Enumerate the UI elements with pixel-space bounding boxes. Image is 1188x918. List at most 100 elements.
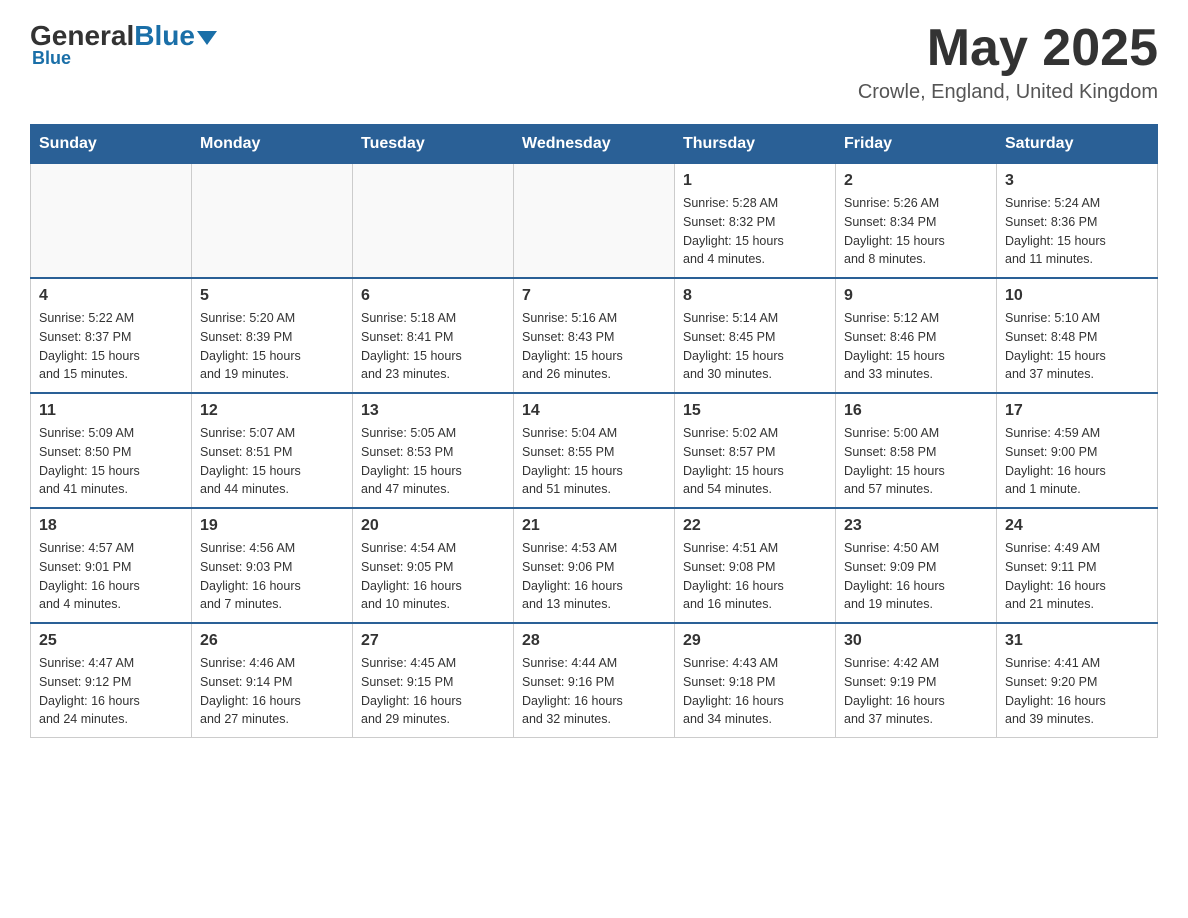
day-number: 28 xyxy=(522,632,666,650)
calendar-day-cell: 30 Sunrise: 4:42 AM Sunset: 9:19 PM Dayli… xyxy=(836,623,997,738)
logo-subtitle: Blue xyxy=(32,48,71,69)
calendar-table: SundayMondayTuesdayWednesdayThursdayFrid… xyxy=(30,124,1158,738)
day-number: 26 xyxy=(200,632,344,650)
title-area: May 2025 Crowle, England, United Kingdom xyxy=(858,20,1158,104)
location-subtitle: Crowle, England, United Kingdom xyxy=(858,81,1158,104)
calendar-day-cell: 20 Sunrise: 4:54 AM Sunset: 9:05 PM Dayli… xyxy=(353,508,514,623)
day-info: Sunrise: 4:46 AM Sunset: 9:14 PM Dayligh… xyxy=(200,654,344,729)
day-info: Sunrise: 4:42 AM Sunset: 9:19 PM Dayligh… xyxy=(844,654,988,729)
day-number: 5 xyxy=(200,287,344,305)
day-info: Sunrise: 4:54 AM Sunset: 9:05 PM Dayligh… xyxy=(361,539,505,614)
day-info: Sunrise: 5:09 AM Sunset: 8:50 PM Dayligh… xyxy=(39,424,183,499)
day-of-week-header: Friday xyxy=(836,125,997,164)
calendar-day-cell: 3 Sunrise: 5:24 AM Sunset: 8:36 PM Daylig… xyxy=(997,164,1158,279)
calendar-day-cell: 27Sunrise: 4:45 AM Sunset: 9:15 PM Dayli… xyxy=(353,623,514,738)
calendar-day-cell: 16Sunrise: 5:00 AM Sunset: 8:58 PM Dayli… xyxy=(836,393,997,508)
calendar-day-cell: 6 Sunrise: 5:18 AM Sunset: 8:41 PM Daylig… xyxy=(353,278,514,393)
day-number: 4 xyxy=(39,287,183,305)
day-info: Sunrise: 4:44 AM Sunset: 9:16 PM Dayligh… xyxy=(522,654,666,729)
day-number: 3 xyxy=(1005,172,1149,190)
day-info: Sunrise: 5:28 AM Sunset: 8:32 PM Dayligh… xyxy=(683,194,827,269)
day-number: 9 xyxy=(844,287,988,305)
calendar-day-cell: 11 Sunrise: 5:09 AM Sunset: 8:50 PM Dayli… xyxy=(31,393,192,508)
day-info: Sunrise: 5:07 AM Sunset: 8:51 PM Dayligh… xyxy=(200,424,344,499)
calendar-day-cell: 24 Sunrise: 4:49 AM Sunset: 9:11 PM Dayli… xyxy=(997,508,1158,623)
calendar-day-cell: 22 Sunrise: 4:51 AM Sunset: 9:08 PM Dayli… xyxy=(675,508,836,623)
day-info: Sunrise: 5:18 AM Sunset: 8:41 PM Dayligh… xyxy=(361,309,505,384)
day-info: Sunrise: 4:43 AM Sunset: 9:18 PM Dayligh… xyxy=(683,654,827,729)
day-info: Sunrise: 4:45 AM Sunset: 9:15 PM Dayligh… xyxy=(361,654,505,729)
day-info: Sunrise: 5:10 AM Sunset: 8:48 PM Dayligh… xyxy=(1005,309,1149,384)
day-of-week-header: Sunday xyxy=(31,125,192,164)
calendar-day-cell: 26 Sunrise: 4:46 AM Sunset: 9:14 PM Dayli… xyxy=(192,623,353,738)
day-info: Sunrise: 5:05 AM Sunset: 8:53 PM Dayligh… xyxy=(361,424,505,499)
day-info: Sunrise: 5:22 AM Sunset: 8:37 PM Dayligh… xyxy=(39,309,183,384)
day-number: 18 xyxy=(39,517,183,535)
calendar-day-cell: 23Sunrise: 4:50 AM Sunset: 9:09 PM Dayli… xyxy=(836,508,997,623)
calendar-day-cell: 31Sunrise: 4:41 AM Sunset: 9:20 PM Dayli… xyxy=(997,623,1158,738)
day-number: 13 xyxy=(361,402,505,420)
day-info: Sunrise: 5:24 AM Sunset: 8:36 PM Dayligh… xyxy=(1005,194,1149,269)
day-info: Sunrise: 4:53 AM Sunset: 9:06 PM Dayligh… xyxy=(522,539,666,614)
day-info: Sunrise: 4:57 AM Sunset: 9:01 PM Dayligh… xyxy=(39,539,183,614)
day-number: 20 xyxy=(361,517,505,535)
calendar-day-cell: 9 Sunrise: 5:12 AM Sunset: 8:46 PM Daylig… xyxy=(836,278,997,393)
day-number: 11 xyxy=(39,402,183,420)
logo: General Blue Blue xyxy=(30,20,217,69)
calendar-day-cell: 29Sunrise: 4:43 AM Sunset: 9:18 PM Dayli… xyxy=(675,623,836,738)
day-number: 22 xyxy=(683,517,827,535)
page-header: General Blue Blue May 2025 Crowle, Engla… xyxy=(30,20,1158,104)
calendar-day-cell: 14 Sunrise: 5:04 AM Sunset: 8:55 PM Dayli… xyxy=(514,393,675,508)
day-number: 30 xyxy=(844,632,988,650)
day-number: 8 xyxy=(683,287,827,305)
calendar-day-cell: 8Sunrise: 5:14 AM Sunset: 8:45 PM Daylig… xyxy=(675,278,836,393)
day-number: 21 xyxy=(522,517,666,535)
day-number: 1 xyxy=(683,172,827,190)
day-info: Sunrise: 5:02 AM Sunset: 8:57 PM Dayligh… xyxy=(683,424,827,499)
calendar-week-row: 18 Sunrise: 4:57 AM Sunset: 9:01 PM Dayli… xyxy=(31,508,1158,623)
day-number: 17 xyxy=(1005,402,1149,420)
day-info: Sunrise: 4:59 AM Sunset: 9:00 PM Dayligh… xyxy=(1005,424,1149,499)
day-info: Sunrise: 5:12 AM Sunset: 8:46 PM Dayligh… xyxy=(844,309,988,384)
day-number: 15 xyxy=(683,402,827,420)
calendar-week-row: 1 Sunrise: 5:28 AM Sunset: 8:32 PM Daylig… xyxy=(31,164,1158,279)
day-number: 6 xyxy=(361,287,505,305)
calendar-week-row: 25 Sunrise: 4:47 AM Sunset: 9:12 PM Dayli… xyxy=(31,623,1158,738)
day-info: Sunrise: 5:04 AM Sunset: 8:55 PM Dayligh… xyxy=(522,424,666,499)
day-info: Sunrise: 4:49 AM Sunset: 9:11 PM Dayligh… xyxy=(1005,539,1149,614)
calendar-day-cell: 5Sunrise: 5:20 AM Sunset: 8:39 PM Daylig… xyxy=(192,278,353,393)
calendar-day-cell: 17 Sunrise: 4:59 AM Sunset: 9:00 PM Dayli… xyxy=(997,393,1158,508)
logo-blue-text: Blue xyxy=(134,20,195,52)
day-number: 12 xyxy=(200,402,344,420)
day-number: 14 xyxy=(522,402,666,420)
day-number: 24 xyxy=(1005,517,1149,535)
day-info: Sunrise: 4:41 AM Sunset: 9:20 PM Dayligh… xyxy=(1005,654,1149,729)
calendar-week-row: 4 Sunrise: 5:22 AM Sunset: 8:37 PM Daylig… xyxy=(31,278,1158,393)
calendar-day-cell: 18 Sunrise: 4:57 AM Sunset: 9:01 PM Dayli… xyxy=(31,508,192,623)
month-title: May 2025 xyxy=(858,20,1158,77)
calendar-day-cell: 1 Sunrise: 5:28 AM Sunset: 8:32 PM Daylig… xyxy=(675,164,836,279)
day-info: Sunrise: 5:26 AM Sunset: 8:34 PM Dayligh… xyxy=(844,194,988,269)
day-number: 19 xyxy=(200,517,344,535)
calendar-day-cell: 21 Sunrise: 4:53 AM Sunset: 9:06 PM Dayli… xyxy=(514,508,675,623)
calendar-day-cell: 2 Sunrise: 5:26 AM Sunset: 8:34 PM Daylig… xyxy=(836,164,997,279)
calendar-day-cell xyxy=(514,164,675,279)
day-info: Sunrise: 4:47 AM Sunset: 9:12 PM Dayligh… xyxy=(39,654,183,729)
calendar-day-cell: 10Sunrise: 5:10 AM Sunset: 8:48 PM Dayli… xyxy=(997,278,1158,393)
calendar-day-cell: 28 Sunrise: 4:44 AM Sunset: 9:16 PM Dayli… xyxy=(514,623,675,738)
day-info: Sunrise: 5:16 AM Sunset: 8:43 PM Dayligh… xyxy=(522,309,666,384)
day-number: 25 xyxy=(39,632,183,650)
day-number: 7 xyxy=(522,287,666,305)
day-info: Sunrise: 4:51 AM Sunset: 9:08 PM Dayligh… xyxy=(683,539,827,614)
day-of-week-header: Monday xyxy=(192,125,353,164)
day-info: Sunrise: 5:00 AM Sunset: 8:58 PM Dayligh… xyxy=(844,424,988,499)
day-of-week-header: Tuesday xyxy=(353,125,514,164)
day-info: Sunrise: 4:50 AM Sunset: 9:09 PM Dayligh… xyxy=(844,539,988,614)
calendar-day-cell xyxy=(353,164,514,279)
calendar-header-row: SundayMondayTuesdayWednesdayThursdayFrid… xyxy=(31,125,1158,164)
calendar-day-cell: 19Sunrise: 4:56 AM Sunset: 9:03 PM Dayli… xyxy=(192,508,353,623)
calendar-week-row: 11 Sunrise: 5:09 AM Sunset: 8:50 PM Dayli… xyxy=(31,393,1158,508)
day-number: 2 xyxy=(844,172,988,190)
calendar-day-cell xyxy=(192,164,353,279)
calendar-day-cell: 25 Sunrise: 4:47 AM Sunset: 9:12 PM Dayli… xyxy=(31,623,192,738)
